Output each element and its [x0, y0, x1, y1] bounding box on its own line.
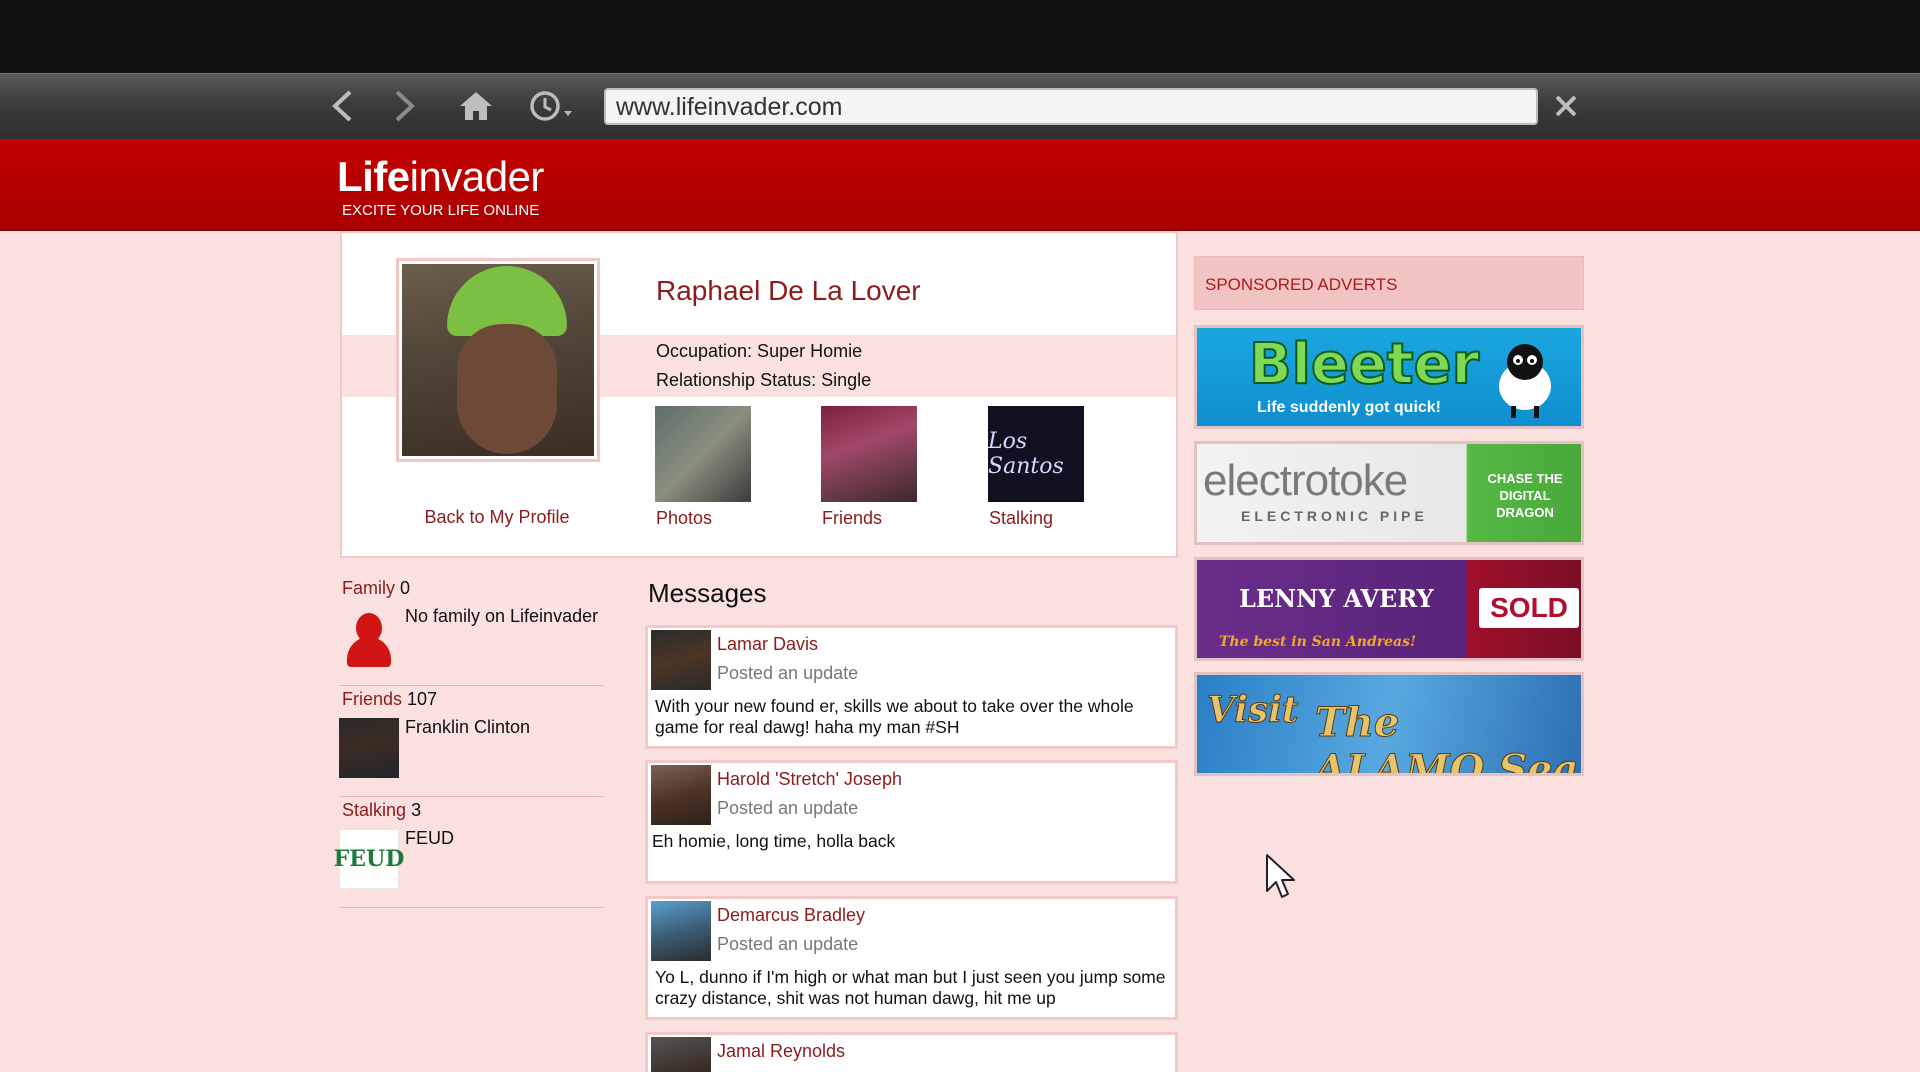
message-card: Jamal Reynolds [645, 1032, 1178, 1072]
friends-section: Friends 107 Franklin Clinton [339, 686, 603, 797]
sheep-icon [1499, 344, 1551, 418]
site-tagline: EXCITE YOUR LIFE ONLINE [342, 202, 540, 219]
alamo-sea-ad[interactable]: Visit The ALAMO Sea [1194, 672, 1584, 776]
family-heading: Family 0 [342, 578, 410, 599]
message-subtitle: Posted an update [717, 663, 859, 683]
profile-name: Raphael De La Lover [656, 275, 921, 306]
profile-occupation: Occupation: Super Homie [656, 341, 863, 361]
message-avatar[interactable] [651, 1037, 711, 1072]
profile-card: Back to My Profile Raphael De La Lover O… [340, 231, 1178, 558]
browser-toolbar: www.lifeinvader.com [0, 73, 1920, 139]
top-black-bar [0, 0, 1920, 73]
family-count: 0 [400, 578, 411, 598]
message-card: Lamar Davis Posted an update With your n… [645, 625, 1178, 749]
home-icon [460, 92, 492, 120]
site-logo[interactable]: Lifeinvader [337, 153, 544, 201]
url-input[interactable]: www.lifeinvader.com [604, 88, 1538, 125]
message-avatar[interactable] [651, 901, 711, 961]
message-body: Yo L, dunno if I'm high or what man but … [655, 967, 1166, 1008]
friends-label[interactable]: Friends [342, 689, 402, 709]
family-label[interactable]: Family [342, 578, 395, 598]
site-header: Lifeinvader EXCITE YOUR LIFE ONLINE [0, 139, 1920, 231]
alamo-ad-visit: Visit [1207, 689, 1300, 732]
mouse-cursor-icon [1266, 854, 1295, 898]
stalking-label[interactable]: Stalking [342, 800, 406, 820]
electrotoke-ad[interactable]: electrotoke ELECTRONIC PIPE CHASE THE DI… [1194, 441, 1584, 545]
messages-title: Messages [648, 578, 767, 608]
avatar-face-shape [457, 324, 557, 454]
friend-name[interactable]: Franklin Clinton [405, 717, 530, 738]
message-avatar[interactable] [651, 765, 711, 825]
message-card: Demarcus Bradley Posted an update Yo L, … [645, 896, 1178, 1020]
lenny-avery-ad[interactable]: LENNY AVERY The best in San Andreas! SOL… [1194, 557, 1584, 661]
photos-thumbnail[interactable] [655, 406, 751, 502]
lenny-avery-ad-slogan: The best in San Andreas! [1219, 634, 1417, 650]
stalking-section: Stalking 3 FEUD FEUD [334, 797, 603, 908]
stalking-thumbnail[interactable]: Los Santos [988, 406, 1084, 502]
chevron-left-icon [332, 90, 352, 122]
no-family-silhouette-icon [339, 607, 399, 667]
bleeter-ad-slogan: Life suddenly got quick! [1257, 399, 1442, 416]
clock-dropdown-icon [530, 91, 572, 121]
photos-link[interactable]: Photos [656, 508, 712, 529]
sold-sign: SOLD [1479, 588, 1579, 628]
message-author[interactable]: Harold 'Stretch' Joseph [717, 769, 902, 790]
electrotoke-ad-slogan: CHASE THE DIGITAL DRAGON [1487, 471, 1563, 520]
profile-relationship-status: Relationship Status: Single [656, 370, 872, 390]
close-icon [1555, 95, 1577, 117]
profile-avatar [396, 258, 600, 462]
message-body: With your new found er, skills we about … [655, 696, 1134, 737]
friends-link[interactable]: Friends [822, 508, 882, 529]
message-avatar[interactable] [651, 630, 711, 690]
logo-thin-text: invader [409, 153, 545, 200]
stalking-thumb-text: Los Santos [988, 429, 1064, 479]
sponsored-adverts-heading: SPONSORED ADVERTS [1194, 256, 1584, 310]
friends-count: 107 [407, 689, 438, 709]
sidebar-left: Family 0 No family on Lifeinvader Friend… [334, 575, 603, 908]
message-subtitle: Posted an update [717, 798, 859, 818]
forward-arrow-button[interactable] [385, 86, 425, 126]
friends-heading: Friends 107 [342, 689, 437, 710]
stalking-link[interactable]: Stalking [989, 508, 1053, 529]
friends-thumbnail[interactable] [821, 406, 917, 502]
bleeter-ad-title: Bleeter [1248, 331, 1480, 398]
close-button[interactable] [1546, 86, 1586, 126]
home-button[interactable] [456, 86, 496, 126]
electrotoke-ad-title: electrotoke [1203, 456, 1408, 505]
family-text: No family on Lifeinvader [405, 606, 599, 626]
family-section: Family 0 No family on Lifeinvader [339, 575, 603, 686]
stalking-count: 3 [411, 800, 422, 820]
message-subtitle: Posted an update [717, 934, 859, 954]
profile-photo [402, 264, 594, 456]
message-body: Eh homie, long time, holla back [652, 831, 896, 851]
feud-logo-text: FEUD [333, 846, 405, 872]
chevron-right-icon [395, 90, 415, 122]
alamo-ad-title: The ALAMO Sea [1315, 699, 1580, 776]
message-author[interactable]: Demarcus Bradley [717, 905, 865, 926]
logo-bold-text: Life [337, 153, 410, 200]
electrotoke-ad-subtitle: ELECTRONIC PIPE [1241, 508, 1428, 524]
stalking-heading: Stalking 3 [342, 800, 421, 821]
bleeter-ad[interactable]: Bleeter Life suddenly got quick! [1194, 325, 1584, 429]
lenny-avery-ad-title: LENNY AVERY [1239, 584, 1434, 613]
friend-avatar[interactable] [339, 718, 399, 778]
history-button[interactable] [526, 86, 582, 126]
back-arrow-button[interactable] [322, 86, 362, 126]
message-author[interactable]: Jamal Reynolds [717, 1041, 845, 1062]
stalking-name[interactable]: FEUD [405, 828, 454, 849]
message-author[interactable]: Lamar Davis [717, 634, 818, 655]
message-card: Harold 'Stretch' Joseph Posted an update… [645, 760, 1178, 884]
back-to-profile-link[interactable]: Back to My Profile [342, 507, 652, 528]
feud-logo[interactable]: FEUD [334, 829, 404, 889]
